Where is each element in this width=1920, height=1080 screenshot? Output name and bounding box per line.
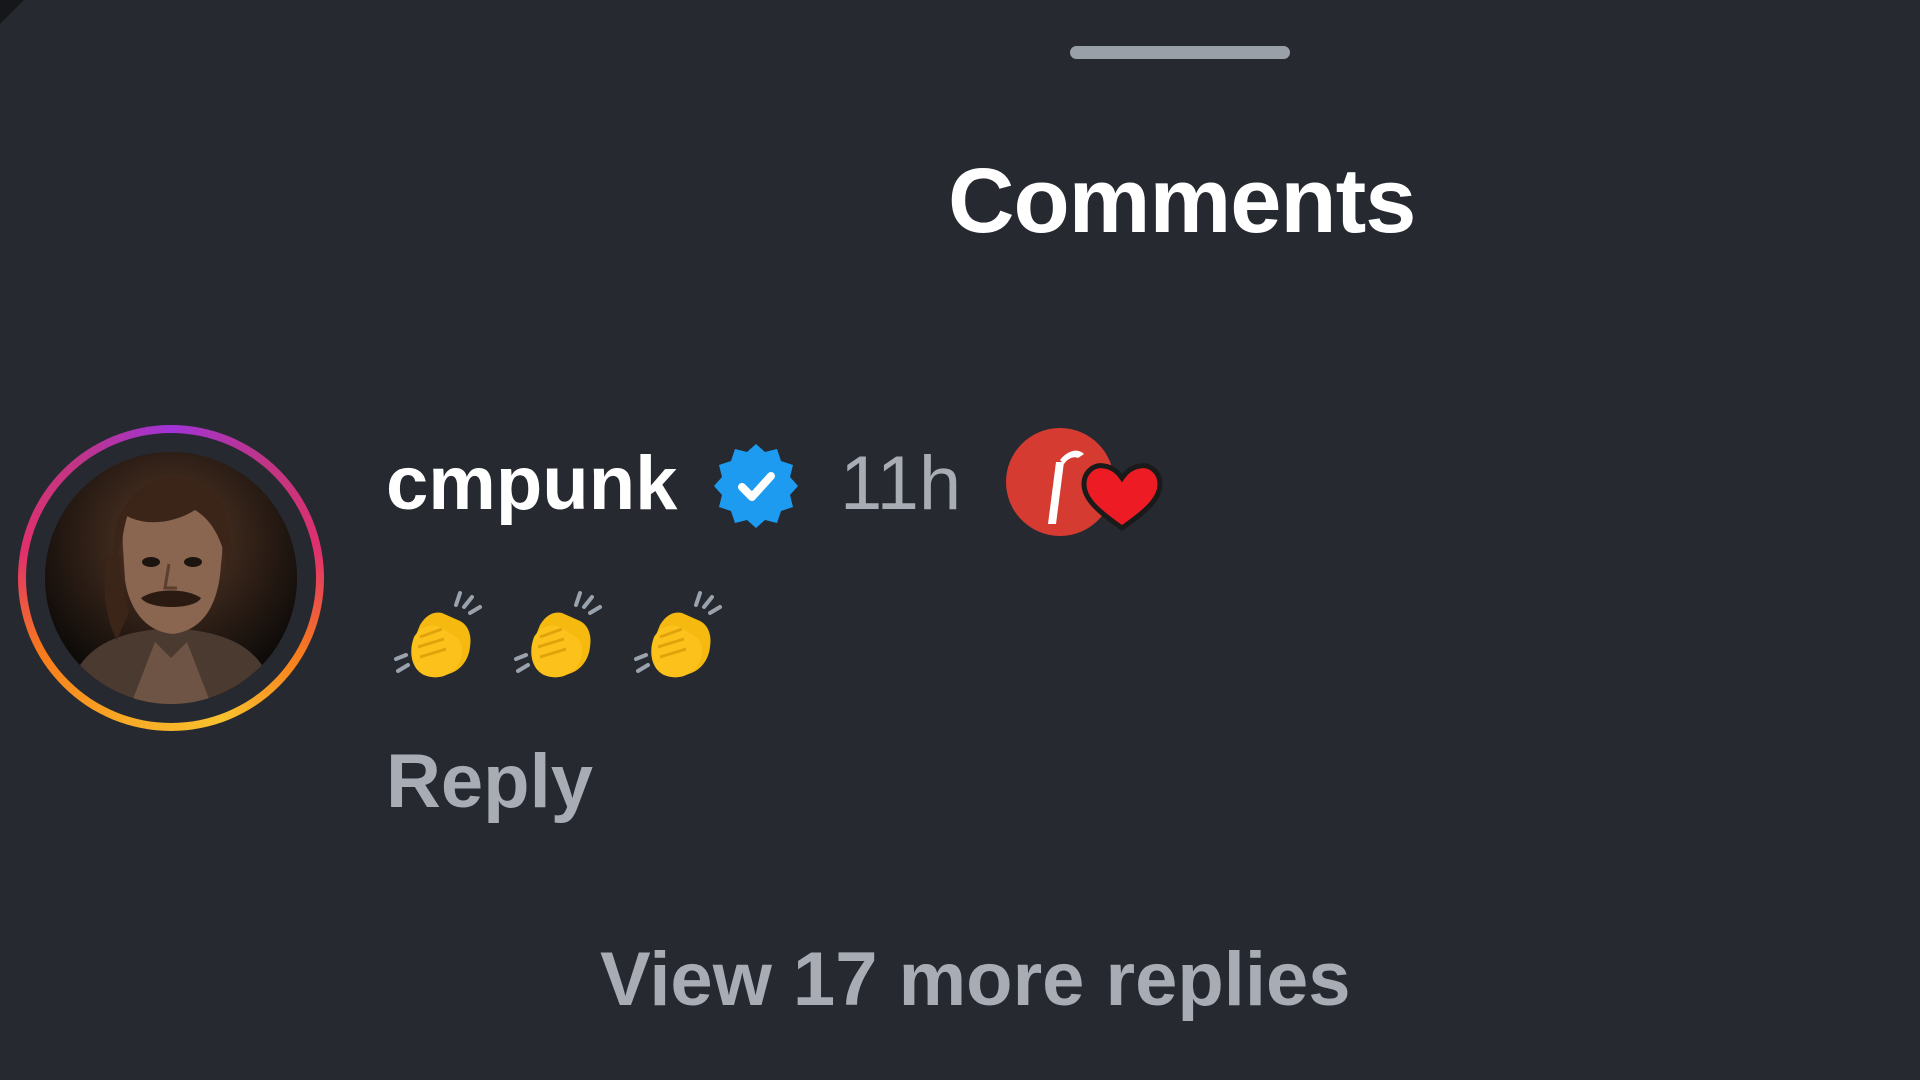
clapping-hands-icon: [634, 591, 722, 678]
creator-liked-heart-icon: [1004, 424, 1164, 544]
verified-badge-icon: [710, 440, 802, 532]
comment-username[interactable]: cmpunk: [386, 446, 677, 522]
clapping-hands-icon: [514, 591, 602, 678]
reply-button[interactable]: Reply: [386, 744, 593, 820]
clapping-hands-icon: [394, 591, 482, 678]
comment-body: [390, 585, 730, 685]
view-more-replies-button[interactable]: View 17 more replies: [600, 942, 1351, 1018]
avatar-image: [45, 452, 297, 704]
corner-shade: [0, 0, 24, 24]
avatar-portrait-icon: [45, 452, 297, 704]
avatar[interactable]: [18, 425, 324, 731]
comment-timestamp: 11h: [840, 441, 962, 526]
comments-sheet: Comments cmpunk 11h Reply View 17 more r…: [0, 0, 1920, 1080]
sheet-title: Comments: [948, 150, 1416, 252]
drag-handle[interactable]: [1070, 46, 1290, 59]
